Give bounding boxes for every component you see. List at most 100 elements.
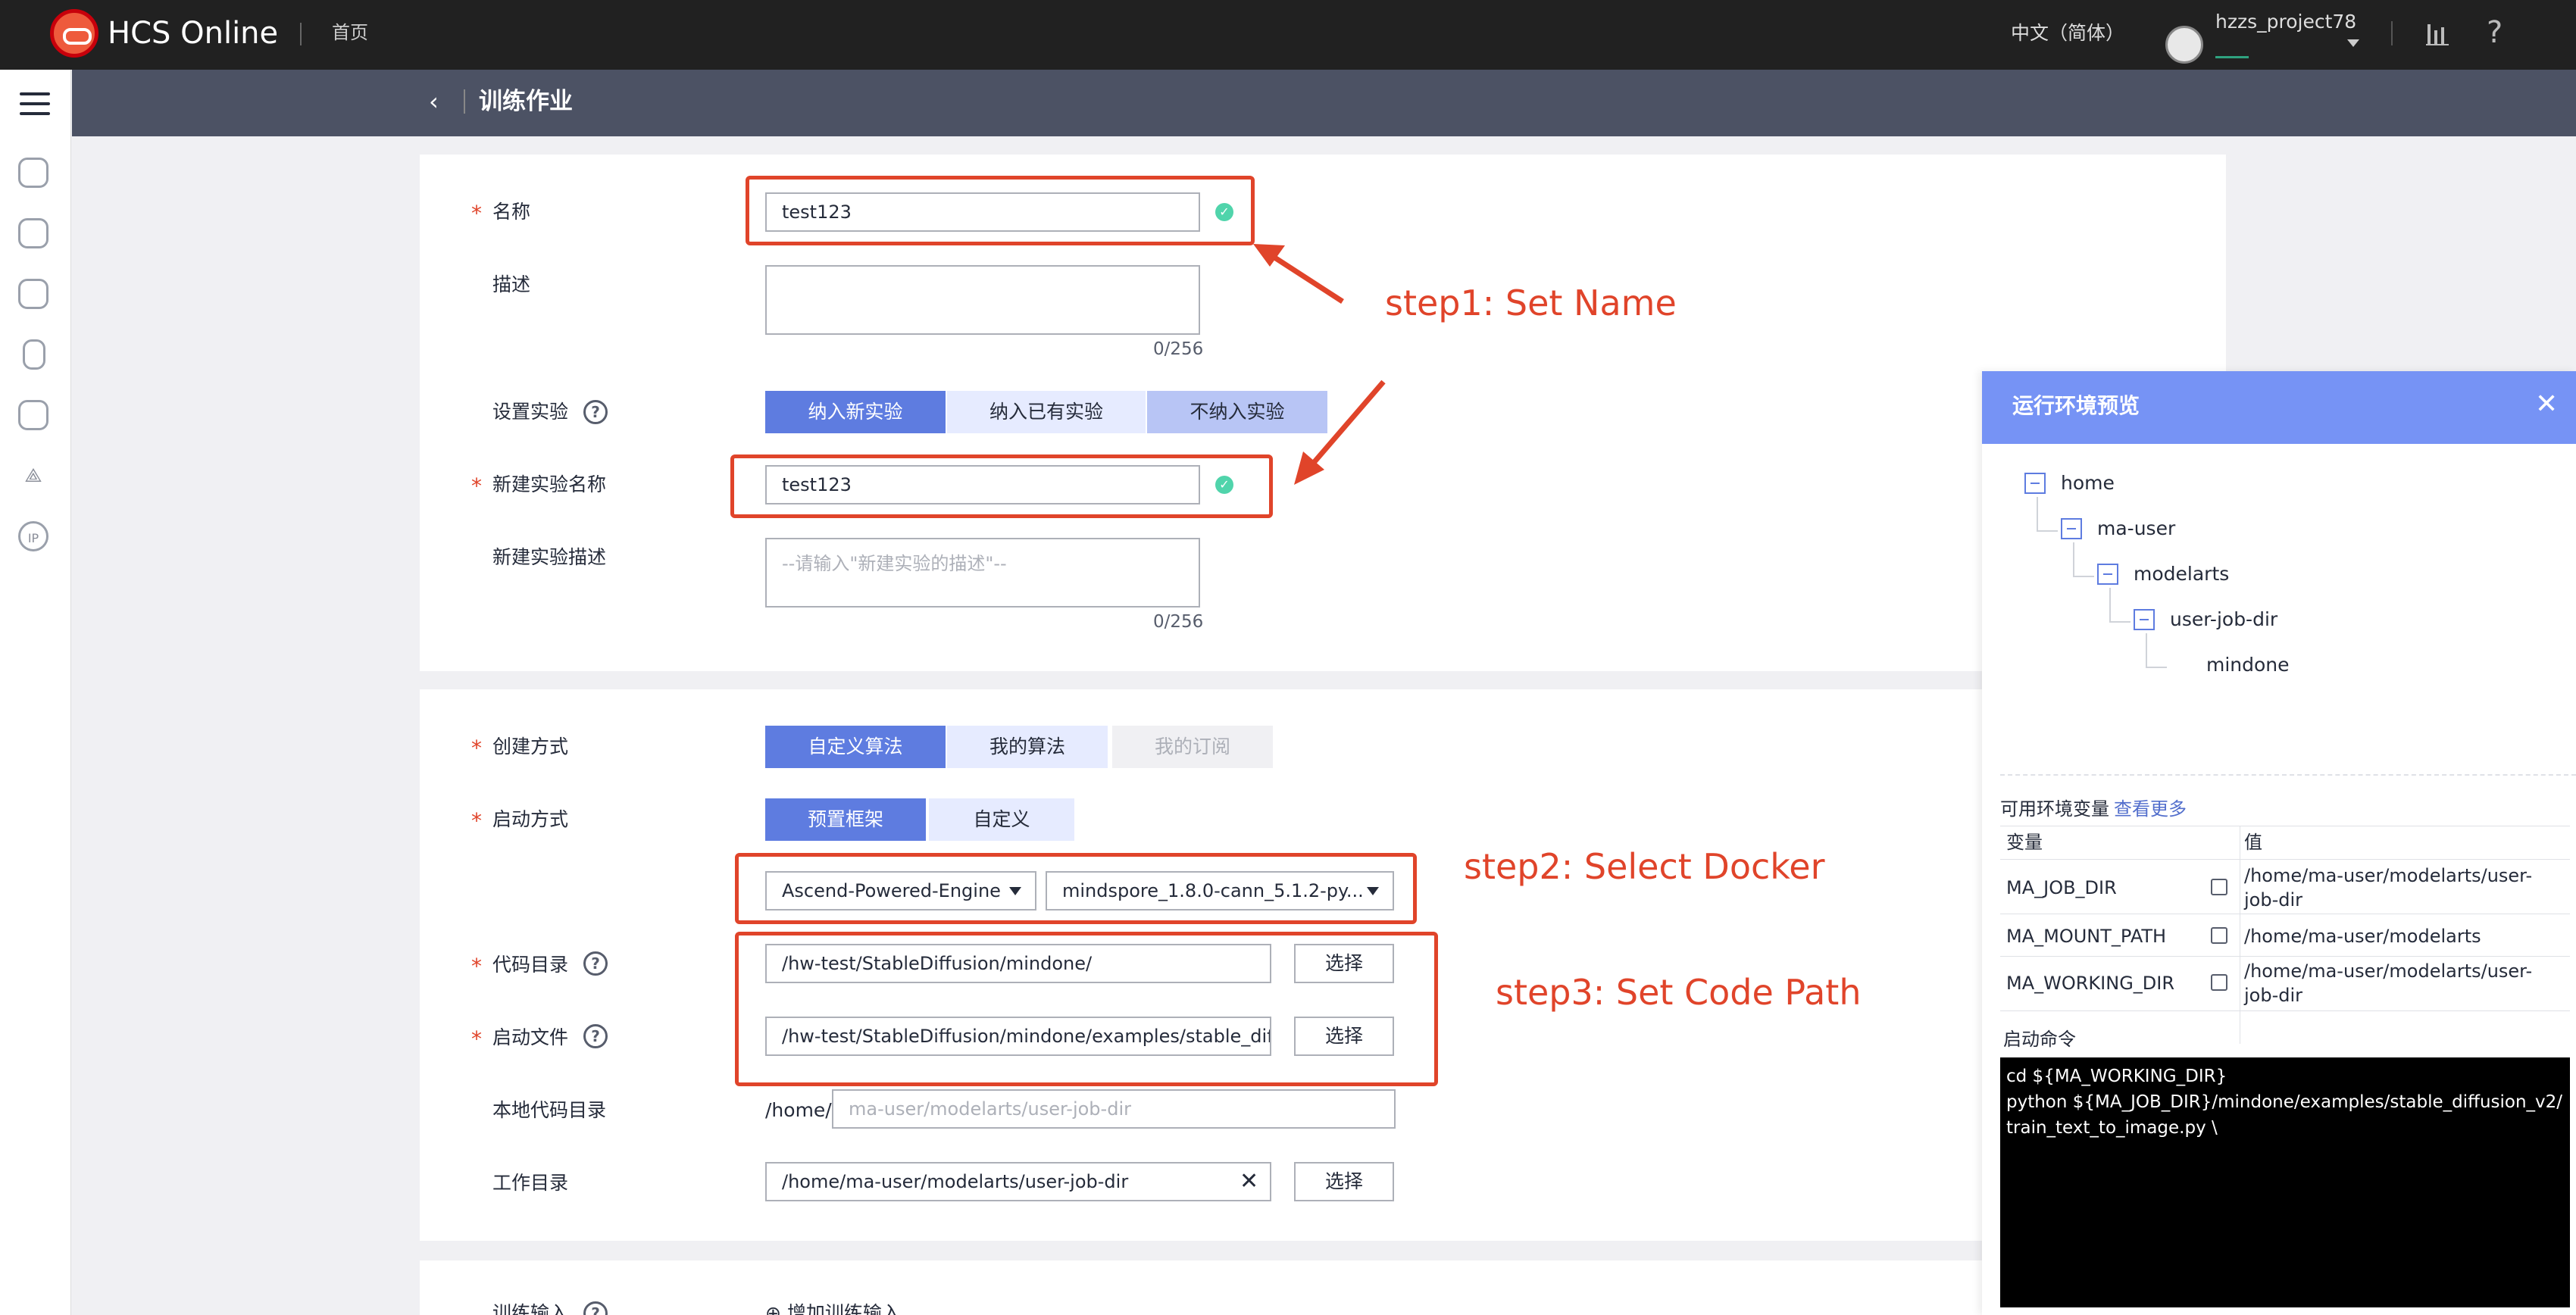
local-code-dir-input[interactable]: ma-user/modelarts/user-job-dir: [832, 1089, 1396, 1129]
cloud-more-icon[interactable]: [18, 218, 48, 248]
startup-file-label: 启动文件: [492, 1026, 569, 1048]
header-divider: [464, 89, 465, 114]
code-dir-select-button[interactable]: 选择: [1294, 944, 1394, 983]
copy-icon[interactable]: [2211, 927, 2227, 944]
collapse-icon[interactable]: [2024, 473, 2046, 494]
description-counter: 0/256: [1153, 339, 1204, 359]
tree-connector: [2146, 633, 2167, 668]
bar-chart-icon[interactable]: [2424, 21, 2450, 47]
seg-custom-launch[interactable]: 自定义: [929, 798, 1074, 841]
local-code-dir-prefix: /home/: [765, 1099, 832, 1121]
create-method-label: 创建方式: [492, 736, 569, 757]
help-icon[interactable]: ?: [2487, 14, 2503, 52]
tree-node-user-job-dir[interactable]: user-job-dir: [2170, 606, 2277, 633]
step1-annotation: step1: Set Name: [1385, 283, 1677, 323]
description-textarea[interactable]: [765, 265, 1200, 335]
env-row-border: [2000, 1010, 2570, 1011]
tree-connector: [2073, 542, 2094, 577]
new-experiment-desc-counter: 0/256: [1153, 612, 1204, 632]
cloud-logo-icon[interactable]: [50, 9, 98, 58]
close-icon[interactable]: ✕: [2535, 389, 2558, 420]
tree-node-mindone[interactable]: mindone: [2206, 651, 2290, 679]
required-marker: *: [471, 473, 482, 498]
env-row-value: /home/ma-user/modelarts: [2244, 926, 2481, 947]
pyramid-icon[interactable]: ⟁: [18, 461, 48, 491]
annotation-arrow-icon: [1253, 244, 1344, 304]
tree-node-ma-user[interactable]: ma-user: [2097, 515, 2175, 542]
cloud-service-icon[interactable]: [18, 158, 48, 188]
help-circle-icon[interactable]: ?: [583, 400, 608, 424]
add-training-input-label: 增加训练输入: [786, 1302, 901, 1315]
name-input[interactable]: test123: [765, 192, 1200, 232]
username[interactable]: hzzs_project78: [2215, 9, 2356, 35]
training-input-card: [420, 1260, 2226, 1315]
seg-new-experiment[interactable]: 纳入新实验: [765, 391, 946, 433]
copy-icon[interactable]: [2211, 974, 2227, 991]
engine-select[interactable]: Ascend-Powered-Engine: [765, 871, 1036, 911]
cloud-upload-icon[interactable]: [18, 400, 48, 430]
view-more-link[interactable]: 查看更多: [2114, 797, 2187, 821]
startup-command-label: 启动命令: [2003, 1029, 2076, 1050]
env-col-var: 变量: [2006, 832, 2043, 853]
collapse-icon[interactable]: [2134, 609, 2155, 630]
step2-annotation: step2: Select Docker: [1464, 846, 1825, 887]
chevron-down-icon[interactable]: [2347, 39, 2359, 47]
brand-divider: [300, 23, 302, 45]
startup-file-select-button[interactable]: 选择: [1294, 1017, 1394, 1056]
new-experiment-name-input[interactable]: test123: [765, 465, 1200, 504]
annotation-arrow-icon: [1294, 380, 1386, 485]
help-circle-icon[interactable]: ?: [583, 1024, 608, 1048]
env-vars-label: 可用环境变量: [2000, 798, 2109, 820]
back-icon[interactable]: ‹: [429, 86, 439, 117]
training-input-label: 训练输入: [492, 1302, 569, 1315]
tree-node-modelarts[interactable]: modelarts: [2134, 561, 2229, 588]
panel-divider: [2000, 774, 2576, 776]
avatar[interactable]: [2165, 26, 2203, 64]
chevron-down-icon: [1009, 887, 1021, 895]
home-link[interactable]: 首页: [332, 20, 368, 45]
required-marker: *: [471, 1026, 482, 1051]
brand-name[interactable]: HCS Online: [108, 14, 278, 53]
seg-my-subscription: 我的订阅: [1112, 726, 1273, 768]
startup-file-input[interactable]: /hw-test/StableDiffusion/mindone/example…: [765, 1017, 1271, 1056]
language-switch[interactable]: 中文（简体）: [2011, 20, 2124, 47]
seg-my-algorithm[interactable]: 我的算法: [947, 726, 1108, 768]
tree-node-home[interactable]: home: [2061, 470, 2115, 497]
step3-annotation: step3: Set Code Path: [1496, 972, 1862, 1013]
code-dir-input[interactable]: /hw-test/StableDiffusion/mindone/: [765, 944, 1271, 983]
add-training-input-link[interactable]: ⊕ 增加训练输入: [765, 1300, 901, 1315]
seg-existing-experiment[interactable]: 纳入已有实验: [947, 391, 1146, 433]
hamburger-menu-icon[interactable]: [20, 92, 50, 118]
collapse-icon[interactable]: [2061, 518, 2082, 539]
work-dir-select-button[interactable]: 选择: [1294, 1162, 1394, 1201]
help-circle-icon[interactable]: ?: [583, 951, 608, 976]
env-row-value: /home/ma-user/modelarts/user-job-dir: [2244, 865, 2533, 911]
code-dir-label: 代码目录: [492, 954, 569, 976]
image-select[interactable]: mindspore_1.8.0-cann_5.1.2-py...: [1046, 871, 1394, 911]
clear-icon[interactable]: ✕: [1240, 1170, 1258, 1194]
page-header: [72, 70, 2576, 136]
copy-icon[interactable]: [2211, 879, 2227, 895]
new-experiment-desc-textarea[interactable]: --请输入"新建实验的描述"--: [765, 538, 1200, 608]
required-marker: *: [471, 736, 482, 761]
work-dir-input[interactable]: /home/ma-user/modelarts/user-job-dir: [765, 1162, 1271, 1201]
collapse-icon[interactable]: [2097, 564, 2118, 585]
startup-command-box: cd ${MA_WORKING_DIR} python ${MA_JOB_DIR…: [2000, 1057, 2570, 1307]
seg-custom-algorithm[interactable]: 自定义算法: [765, 726, 946, 768]
name-label: 名称: [492, 201, 531, 223]
seg-preset-framework[interactable]: 预置框架: [765, 798, 926, 841]
device-icon[interactable]: [23, 339, 45, 370]
required-marker: *: [471, 954, 482, 979]
env-row-name: MA_WORKING_DIR: [2006, 973, 2175, 994]
cloud-storage-icon[interactable]: [18, 279, 48, 309]
env-col-val: 值: [2244, 832, 2262, 853]
page-title: 训练作业: [479, 88, 573, 115]
tree-connector: [2037, 497, 2058, 532]
env-row-name: MA_MOUNT_PATH: [2006, 926, 2167, 947]
description-label: 描述: [492, 273, 531, 295]
panel-title: 运行环境预览: [2012, 393, 2140, 418]
valid-check-icon: ✓: [1215, 476, 1233, 494]
topbar-divider: [2391, 21, 2393, 45]
ip-icon[interactable]: IP: [18, 521, 48, 551]
env-row-value: /home/ma-user/modelarts/user-job-dir: [2244, 960, 2533, 1006]
